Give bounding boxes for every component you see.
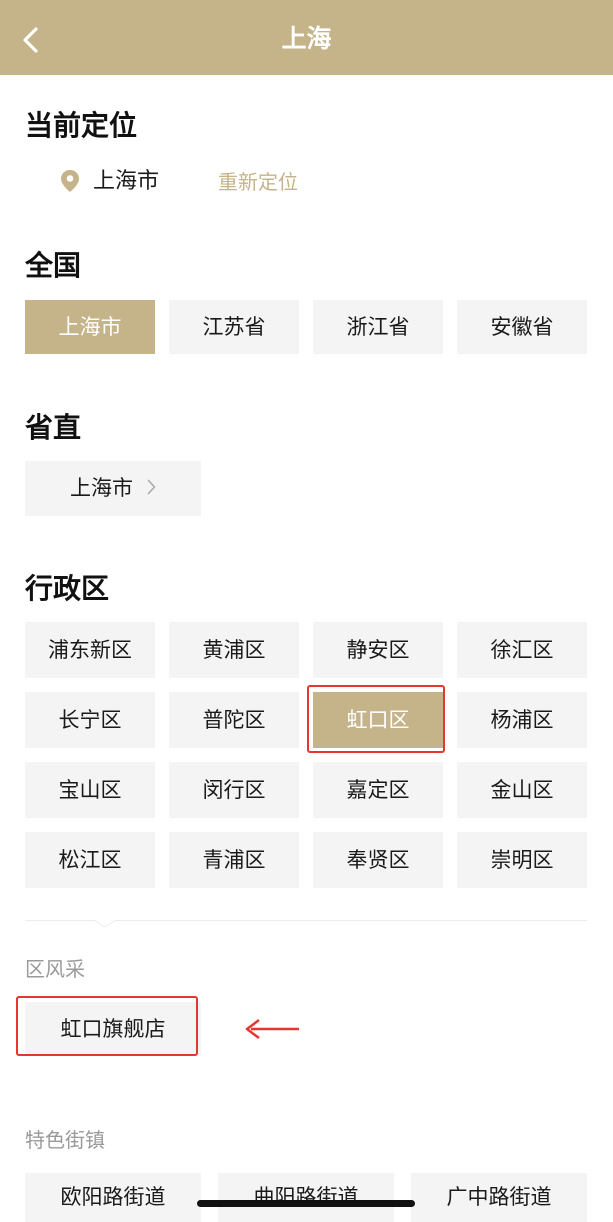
- province-button[interactable]: 安徽省: [457, 300, 587, 354]
- district-button[interactable]: 崇明区: [457, 832, 587, 888]
- district-button[interactable]: 长宁区: [25, 692, 155, 748]
- district-label: 松江区: [58, 848, 122, 872]
- district-label: 青浦区: [202, 848, 266, 872]
- district-button[interactable]: 闵行区: [169, 762, 299, 818]
- district-button[interactable]: 杨浦区: [457, 692, 587, 748]
- map-pin-icon: [61, 170, 79, 192]
- district-label: 奉贤区: [346, 848, 410, 872]
- district-button[interactable]: 静安区: [313, 622, 443, 678]
- top-navigation-bar: 上海: [0, 0, 613, 75]
- street-label: 欧阳路街道: [60, 1185, 166, 1209]
- district-label: 长宁区: [58, 708, 122, 732]
- province-grid: 上海市 江苏省 浙江省 安徽省: [25, 300, 587, 354]
- district-button[interactable]: 松江区: [25, 832, 155, 888]
- district-grid: 浦东新区 黄浦区 静安区 徐汇区 长宁区 普陀区 虹口区 杨浦区 宝山区 闵行区 嘉定区 金山区 松江区…: [25, 622, 587, 888]
- district-button[interactable]: 金山区: [457, 762, 587, 818]
- province-button[interactable]: 浙江省: [313, 300, 443, 354]
- district-button[interactable]: 普陀区: [169, 692, 299, 748]
- province-direct-grid: 上海市: [25, 461, 587, 516]
- district-label: 黄浦区: [202, 638, 266, 662]
- selected-district-highlight: [307, 685, 445, 753]
- chevron-right-icon: [147, 479, 156, 495]
- street-label: 广中路街道: [446, 1185, 552, 1209]
- national-heading: 全国: [25, 249, 82, 282]
- current-city-label: 上海市: [93, 169, 160, 194]
- district-button[interactable]: 奉贤区: [313, 832, 443, 888]
- district-button[interactable]: 嘉定区: [313, 762, 443, 818]
- district-label: 静安区: [346, 638, 410, 662]
- province-button[interactable]: 江苏省: [169, 300, 299, 354]
- district-label: 宝山区: [58, 778, 122, 802]
- store-highlight: [16, 996, 198, 1056]
- home-indicator: [197, 1200, 415, 1207]
- district-button[interactable]: 浦东新区: [25, 622, 155, 678]
- district-label: 徐汇区: [490, 638, 554, 662]
- province-label: 浙江省: [346, 315, 410, 339]
- district-label: 金山区: [490, 778, 554, 802]
- page-title: 上海: [281, 24, 332, 53]
- current-location-heading: 当前定位: [25, 109, 138, 142]
- district-button[interactable]: 黄浦区: [169, 622, 299, 678]
- street-button[interactable]: 欧阳路街道: [25, 1173, 201, 1222]
- district-button[interactable]: 徐汇区: [457, 622, 587, 678]
- province-direct-button[interactable]: 上海市: [25, 461, 201, 516]
- district-heading: 行政区: [25, 572, 110, 605]
- district-button[interactable]: 宝山区: [25, 762, 155, 818]
- street-button[interactable]: 曲阳路街道: [218, 1173, 394, 1222]
- arrow-left-icon: [245, 1019, 299, 1039]
- featured-streets-heading: 特色街镇: [25, 1128, 105, 1152]
- district-style-heading: 区风采: [25, 957, 85, 981]
- district-label: 闵行区: [202, 778, 266, 802]
- province-button[interactable]: 上海市: [25, 300, 155, 354]
- province-label: 江苏省: [202, 315, 266, 339]
- relocate-button[interactable]: 重新定位: [218, 166, 298, 198]
- district-button[interactable]: 青浦区: [169, 832, 299, 888]
- district-label: 崇明区: [490, 848, 554, 872]
- district-label: 杨浦区: [490, 708, 554, 732]
- divider-notch-icon: [94, 913, 116, 927]
- province-label: 安徽省: [490, 315, 554, 339]
- featured-streets-grid: 欧阳路街道 曲阳路街道 广中路街道: [25, 1173, 587, 1222]
- province-label: 上海市: [58, 315, 122, 339]
- district-label: 浦东新区: [48, 638, 132, 662]
- province-direct-label: 上海市: [70, 476, 133, 500]
- district-label: 嘉定区: [346, 778, 410, 802]
- province-direct-heading: 省直: [25, 411, 82, 444]
- street-button[interactable]: 广中路街道: [411, 1173, 587, 1222]
- district-label: 普陀区: [202, 708, 266, 732]
